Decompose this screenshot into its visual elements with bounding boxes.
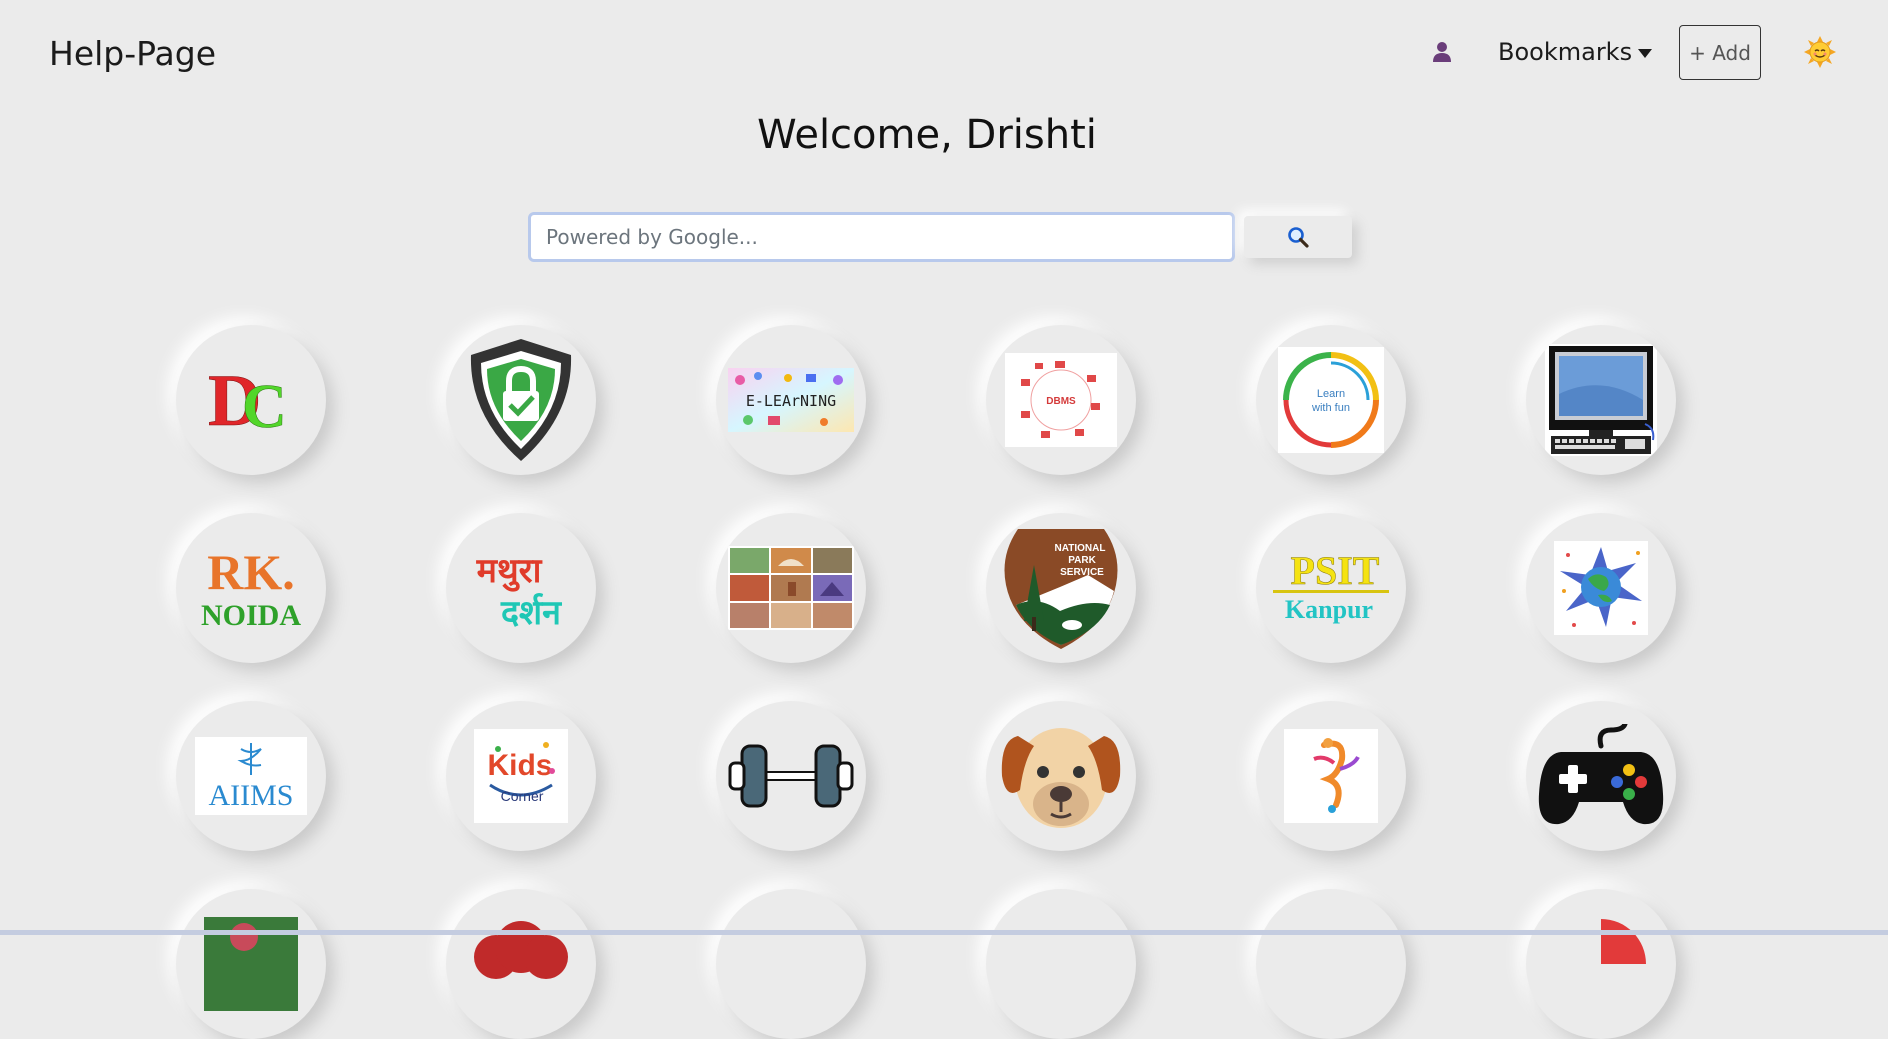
svg-text:Kids: Kids bbox=[487, 749, 552, 782]
security-shield-lock-icon bbox=[470, 339, 572, 461]
bookmark-tile-world-travel[interactable] bbox=[1526, 513, 1676, 663]
india-monuments-collage-icon bbox=[728, 546, 854, 630]
bookmark-tile-dance-music[interactable] bbox=[1256, 701, 1406, 851]
aiims-logo-icon: AIIMS bbox=[195, 737, 307, 815]
dbms-diagram-icon: DBMS bbox=[1005, 353, 1117, 447]
bookmark-tile-partial-3[interactable] bbox=[716, 889, 866, 1039]
search-button[interactable] bbox=[1244, 216, 1352, 258]
kids-corner-icon: Kids Corner bbox=[474, 729, 568, 823]
svg-text:AIIMS: AIIMS bbox=[208, 779, 293, 812]
svg-text:PARK: PARK bbox=[1068, 555, 1096, 566]
smiley-sun-icon[interactable] bbox=[1804, 36, 1836, 68]
bookmark-tile-rk-noida[interactable]: RK. NOIDA bbox=[176, 513, 326, 663]
bookmark-tile-gaming[interactable] bbox=[1526, 701, 1676, 851]
search-input[interactable] bbox=[528, 212, 1235, 262]
brand-title[interactable]: Help-Page bbox=[49, 34, 216, 73]
bookmark-tile-security[interactable] bbox=[446, 325, 596, 475]
learn-with-fun-icon: Learn with fun bbox=[1278, 347, 1384, 453]
bookmarks-dropdown[interactable]: Bookmarks bbox=[1498, 38, 1653, 66]
user-icon[interactable] bbox=[1430, 40, 1454, 66]
bottom-scroll-edge bbox=[0, 930, 1888, 935]
bookmark-tile-pets[interactable] bbox=[986, 701, 1136, 851]
partial-blank-tile-icon bbox=[1326, 959, 1336, 969]
svg-text:Learn: Learn bbox=[1317, 388, 1345, 400]
dance-music-icon bbox=[1284, 729, 1378, 823]
bookmark-tile-partial-5[interactable] bbox=[1256, 889, 1406, 1039]
dc-logo-icon: D C bbox=[208, 360, 287, 443]
dog-face-icon bbox=[1001, 728, 1121, 828]
bookmark-tile-partial-2[interactable] bbox=[446, 889, 596, 1039]
svg-text:E-LEArNING: E-LEArNING bbox=[746, 392, 836, 410]
svg-text:PSIT: PSIT bbox=[1291, 548, 1380, 593]
world-travel-globe-icon bbox=[1554, 541, 1648, 635]
svg-text:मथुरा: मथुरा bbox=[476, 551, 543, 592]
svg-text:DBMS: DBMS bbox=[1046, 396, 1076, 407]
bookmark-tile-dc[interactable]: D C bbox=[176, 325, 326, 475]
bookmark-tile-kids-corner[interactable]: Kids Corner bbox=[446, 701, 596, 851]
e-learning-icon: E-LEArNING bbox=[728, 368, 854, 432]
bookmark-tile-fitness[interactable] bbox=[716, 701, 866, 851]
bookmark-tile-dbms[interactable]: DBMS bbox=[986, 325, 1136, 475]
svg-text:Corner: Corner bbox=[501, 788, 544, 804]
svg-text:SERVICE: SERVICE bbox=[1060, 567, 1104, 578]
bookmark-tile-national-park[interactable]: NATIONAL PARK SERVICE bbox=[986, 513, 1136, 663]
rk-noida-logo-icon: RK. NOIDA bbox=[201, 544, 301, 632]
bookmark-tile-partial-4[interactable] bbox=[986, 889, 1136, 1039]
bookmarks-label: Bookmarks bbox=[1498, 38, 1633, 66]
bookmark-tile-computer[interactable] bbox=[1526, 325, 1676, 475]
psit-kanpur-logo-icon: PSIT Kanpur bbox=[1273, 548, 1389, 624]
bookmark-tile-partial-1[interactable] bbox=[176, 889, 326, 1039]
dumbbell-icon bbox=[728, 744, 854, 808]
bookmark-tile-partial-6[interactable] bbox=[1526, 889, 1676, 1039]
magnifier-icon bbox=[1288, 227, 1309, 248]
bookmark-tile-psit-kanpur[interactable]: PSIT Kanpur bbox=[1256, 513, 1406, 663]
svg-text:NOIDA: NOIDA bbox=[201, 599, 301, 632]
mathura-darshan-icon: मथुरा दर्शन bbox=[476, 551, 563, 633]
svg-text:Kanpur: Kanpur bbox=[1285, 595, 1373, 624]
bookmark-tile-india-monuments[interactable] bbox=[716, 513, 866, 663]
desktop-computer-icon bbox=[1545, 344, 1657, 456]
svg-text:RK.: RK. bbox=[207, 544, 295, 600]
bookmark-tile-e-learning[interactable]: E-LEArNING bbox=[716, 325, 866, 475]
bookmark-tile-mathura-darshan[interactable]: मथुरा दर्शन bbox=[446, 513, 596, 663]
svg-text:दर्शन: दर्शन bbox=[500, 592, 562, 633]
svg-text:with fun: with fun bbox=[1311, 402, 1350, 414]
national-park-service-icon: NATIONAL PARK SERVICE bbox=[1004, 529, 1118, 649]
svg-text:C: C bbox=[242, 373, 287, 441]
partial-blank-tile-icon bbox=[786, 959, 796, 969]
game-controller-icon bbox=[1538, 724, 1664, 825]
navbar: Help-Page Bookmarks + Add bbox=[0, 0, 1888, 106]
bookmark-tile-aiims[interactable]: AIIMS bbox=[176, 701, 326, 851]
bookmark-tile-learn-with-fun[interactable]: Learn with fun bbox=[1256, 325, 1406, 475]
partial-red-chart-icon bbox=[1601, 919, 1646, 964]
svg-text:NATIONAL: NATIONAL bbox=[1055, 543, 1106, 554]
add-bookmark-button[interactable]: + Add bbox=[1679, 25, 1761, 80]
welcome-heading: Welcome, Drishti bbox=[757, 112, 1097, 158]
partial-blank-tile-icon bbox=[1056, 959, 1066, 969]
chevron-down-icon bbox=[1638, 48, 1653, 58]
